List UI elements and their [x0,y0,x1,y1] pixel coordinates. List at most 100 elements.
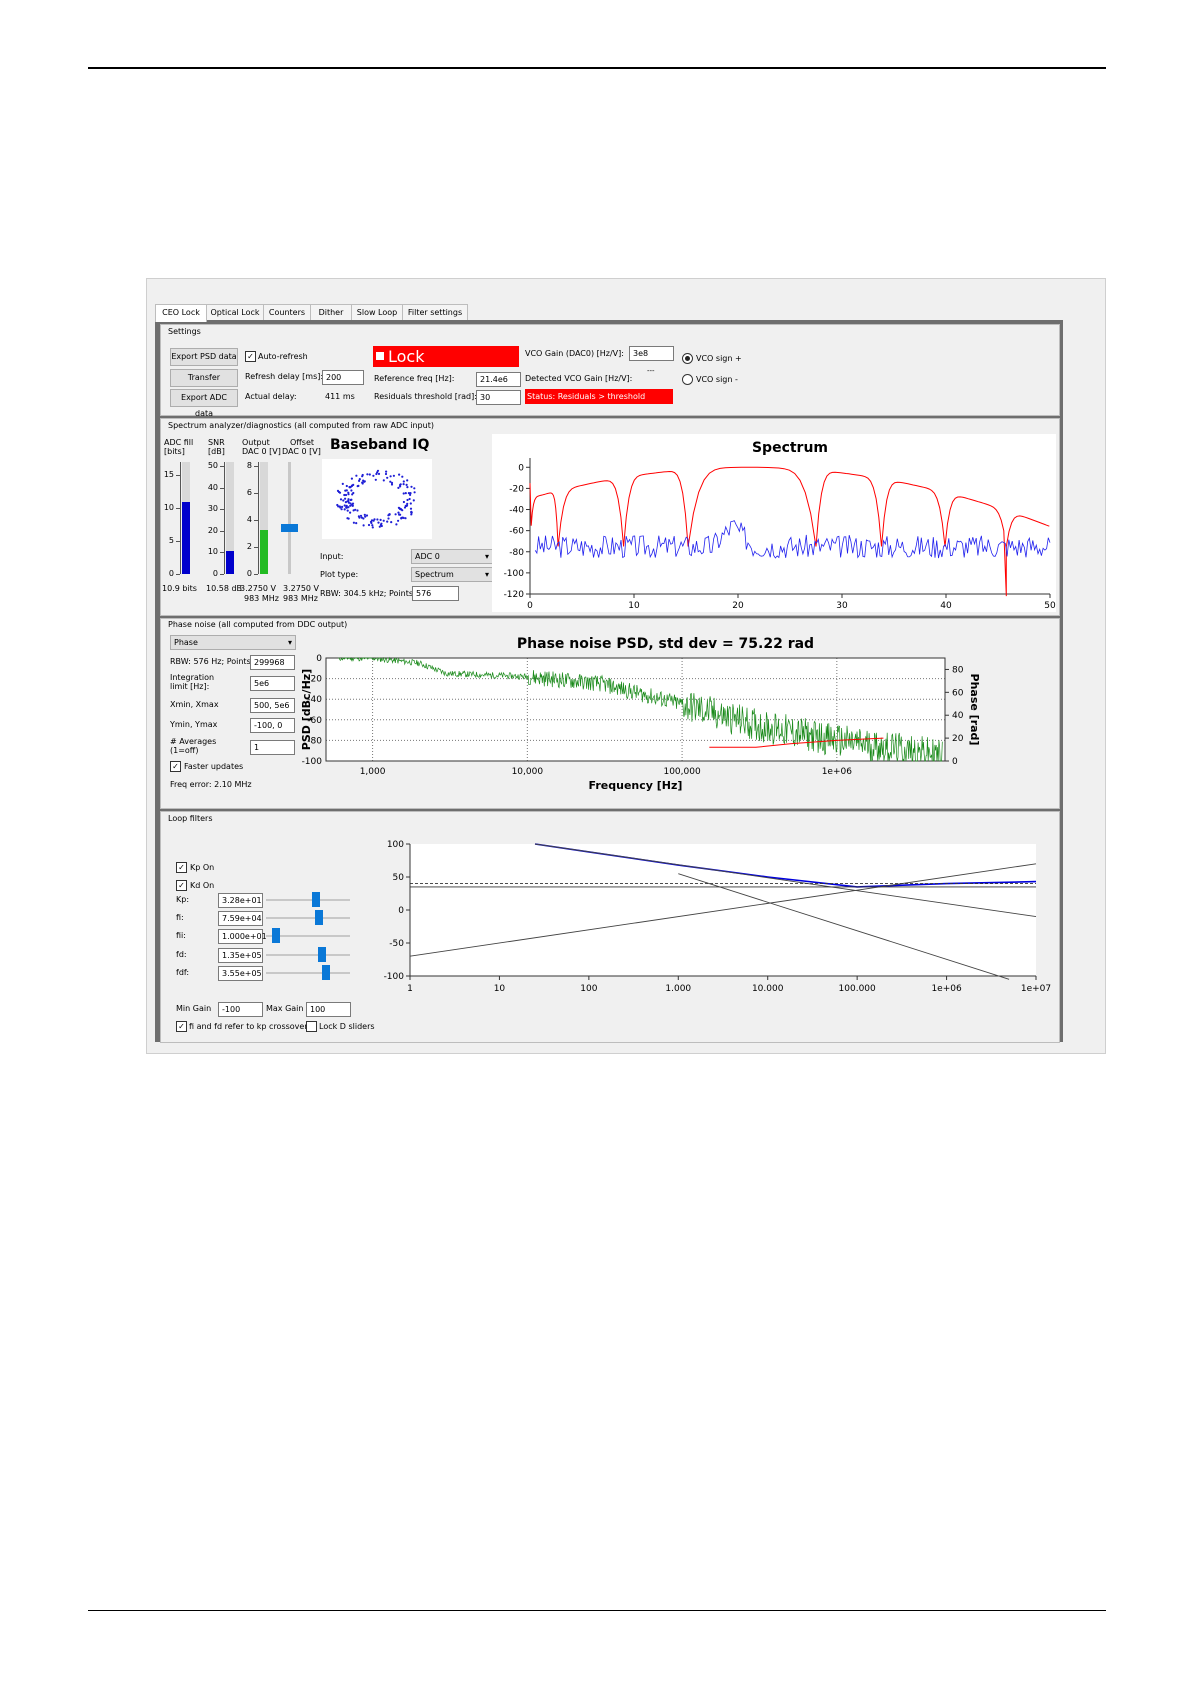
iq-point [349,502,352,505]
iq-point [376,518,379,521]
spectrum-blue-series [534,520,1051,559]
param-input[interactable]: 3.55e+05 [218,966,263,981]
iq-point [339,506,342,509]
xminmax-input[interactable]: 500, 5e6 [250,698,295,713]
min-gain-input[interactable]: -100 [218,1002,263,1017]
vco-sign-minus-label: VCO sign - [696,375,738,384]
bar-tick [254,574,258,575]
vco-sign-minus-radio[interactable] [682,374,693,385]
refresh-delay-input[interactable]: 200 [322,370,364,385]
max-gain-input[interactable]: 100 [306,1002,351,1017]
iq-point [406,479,409,482]
lf-x-tick-label: 1 [407,984,413,994]
input-select[interactable]: ADC 0 [411,549,493,564]
vco-sign-plus-label: VCO sign + [696,354,742,363]
bar-tick-label: 10 [163,503,174,513]
iq-point [368,473,371,476]
vco-sign-plus-radio[interactable] [682,353,693,364]
page-bottom-rule [88,1610,1106,1611]
iq-point [405,483,408,486]
integration-input[interactable]: 5e6 [250,676,295,691]
yminmax-input[interactable]: -100, 0 [250,718,295,733]
tab-slow-loop[interactable]: Slow Loop [351,304,403,321]
transfer-function-button[interactable]: Transfer function [170,369,238,398]
averages-input[interactable]: 1 [250,740,295,755]
auto-refresh-checkbox[interactable]: ✓ [245,351,256,362]
residuals-input[interactable]: 30 [476,390,521,405]
phase-mode-select[interactable]: Phase [170,635,296,650]
yminmax-label: Ymin, Ymax [170,720,218,729]
lock-d-checkbox[interactable] [306,1021,317,1032]
kd-on-checkbox[interactable]: ✓ [176,880,187,891]
iq-point [412,499,415,502]
bar-tick-label: 2 [246,542,252,551]
param-slider-thumb[interactable] [312,892,321,907]
iq-point [402,492,405,495]
spectrum-y-tick-label: 0 [518,463,524,473]
iq-point [349,498,352,502]
ref-freq-input[interactable]: 21.4e6 [476,372,521,387]
kp-on-checkbox[interactable]: ✓ [176,862,187,873]
integration-label-2: limit [Hz]: [170,682,210,691]
tab-optical-lock[interactable]: Optical Lock [206,304,264,321]
vco-gain-input[interactable]: 3e8 [629,346,674,361]
faster-updates-checkbox[interactable]: ✓ [170,761,181,772]
iq-point [362,524,365,527]
pn-rbw-points-input[interactable]: 299968 [250,655,295,670]
param-slider-thumb[interactable] [314,910,323,925]
lock-toggle[interactable]: Lock [373,346,519,367]
loop-filter-chart: 100 50 0 -50 -100 1 10 100 1.000 10.000 100.000 1e+… [380,836,1052,1004]
param-input[interactable]: 3.28e+01 [218,893,263,908]
iq-point [339,498,343,501]
export-adc-button[interactable]: Export ADC data [170,389,238,418]
export-psd-button[interactable]: Export PSD data [170,348,238,366]
iq-point [345,484,348,488]
spectrum-y-tick-label: -40 [509,506,524,516]
tab-counters[interactable]: Counters [263,304,311,321]
iq-point [351,504,354,507]
param-slider-thumb[interactable] [322,965,331,980]
lf-x-tick-label: 1e+07 [1021,984,1051,994]
bar-tick [220,509,224,511]
iq-point [351,493,354,496]
bar-axis [180,462,181,574]
param-input[interactable]: 1.35e+05 [218,948,263,963]
offset-slider-thumb[interactable] [281,524,298,532]
pn-y-tick-label: 0 [316,654,322,664]
auto-refresh-label: Auto-refresh [258,352,308,361]
iq-point [336,503,339,507]
iq-point [406,498,409,502]
bar-tick [176,475,180,477]
bar-tick [176,574,180,575]
param-input[interactable]: 7.59e+04 [218,911,263,926]
actual-delay-value: 411 ms [325,392,355,401]
iq-point [374,478,377,481]
iq-point [355,522,358,525]
iq-point [364,515,367,518]
param-slider-thumb[interactable] [318,947,327,962]
pn-rbw-label: RBW: 576 Hz; Points: [170,657,254,666]
plot-type-select[interactable]: Spectrum [411,567,493,582]
ref-freq-label: Reference freq [Hz]: [374,374,455,383]
bar-tick [254,493,258,495]
spectrum-x-tick-label: 20 [732,601,744,611]
tab-dither[interactable]: Dither [310,304,352,321]
iq-point [406,486,409,489]
bar-tick-label: 15 [163,470,174,480]
pn-x-tick-label: 1,000 [360,767,386,777]
lock-d-label: Lock D sliders [319,1022,375,1031]
tab-filter-settings[interactable]: Filter settings [402,304,468,321]
param-label: fdf: [176,968,190,977]
iq-point [360,516,363,519]
param-label: Kp: [176,895,190,904]
param-slider-thumb[interactable] [272,928,281,943]
tab-ceo-lock[interactable]: CEO Lock [155,304,207,322]
crossover-checkbox[interactable]: ✓ [176,1021,187,1032]
param-input[interactable]: 1.000e+01 [218,929,267,944]
bar-readout: 3.2750 V [240,584,277,593]
iq-point [347,493,350,496]
iq-point [395,523,398,526]
rbw-points-input[interactable]: 576 [412,586,459,601]
loop-filter-chart-svg: 100 50 0 -50 -1001 10 100 1.000 10.000 100.000 1e+… [384,840,1052,994]
kp-on-label: Kp On [190,863,215,872]
